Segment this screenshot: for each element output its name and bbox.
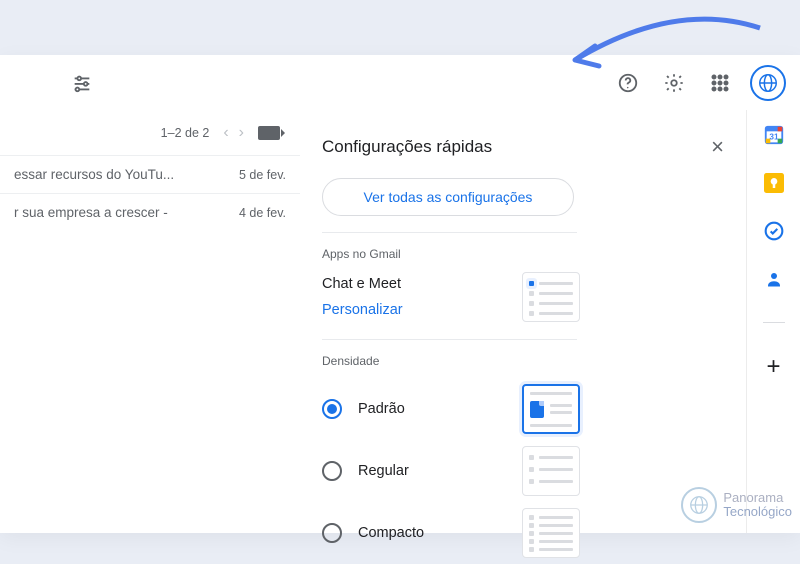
- radio-icon: [322, 399, 342, 419]
- page-count-label: 1–2 de 2: [161, 126, 210, 140]
- apps-item-label: Chat e Meet: [322, 271, 403, 297]
- help-icon[interactable]: [608, 63, 648, 103]
- side-panel: 31 +: [746, 110, 800, 533]
- quick-settings-title: Configurações rápidas: [322, 137, 492, 157]
- apps-preview-icon: [522, 272, 580, 322]
- mail-row[interactable]: r sua empresa a crescer - 4 de fev.: [0, 193, 300, 231]
- radio-icon: [322, 523, 342, 543]
- density-option-default[interactable]: Padrão: [322, 378, 580, 440]
- divider: [322, 339, 577, 340]
- toolbar: [0, 55, 800, 110]
- mail-subject: r sua empresa a crescer -: [14, 205, 168, 220]
- density-preview-default-icon: [522, 384, 580, 434]
- mail-list-column: 1–2 de 2 ‹ › essar recursos do YouTu... …: [0, 110, 300, 533]
- density-option-regular[interactable]: Regular: [322, 440, 580, 502]
- list-header: 1–2 de 2 ‹ ›: [0, 110, 300, 155]
- app-window: 1–2 de 2 ‹ › essar recursos do YouTu... …: [0, 55, 800, 533]
- density-option-compact[interactable]: Compacto: [322, 502, 580, 564]
- mail-subject: essar recursos do YouTu...: [14, 167, 174, 182]
- density-preview-regular-icon: [522, 446, 580, 496]
- tasks-icon[interactable]: [763, 220, 785, 242]
- settings-gear-icon[interactable]: [654, 63, 694, 103]
- section-title-density: Densidade: [322, 354, 746, 368]
- prev-page-icon[interactable]: ‹: [223, 124, 228, 142]
- apps-grid-icon[interactable]: [700, 63, 740, 103]
- see-all-settings-button[interactable]: Ver todas as configurações: [322, 178, 574, 216]
- close-icon[interactable]: ×: [703, 130, 732, 164]
- mail-date: 4 de fev.: [229, 206, 286, 220]
- next-page-icon[interactable]: ›: [239, 124, 244, 142]
- divider: [763, 322, 785, 323]
- svg-text:31: 31: [769, 133, 779, 142]
- mail-date: 5 de fev.: [229, 168, 286, 182]
- density-preview-compact-icon: [522, 508, 580, 558]
- globe-icon: [750, 65, 786, 101]
- keep-icon[interactable]: [763, 172, 785, 194]
- calendar-icon[interactable]: 31: [763, 124, 785, 146]
- add-addon-icon[interactable]: +: [766, 353, 780, 381]
- input-tools-icon[interactable]: [258, 126, 280, 140]
- quick-settings-panel: Configurações rápidas × Ver todas as con…: [300, 110, 746, 533]
- contacts-icon[interactable]: [763, 268, 785, 290]
- radio-icon: [322, 461, 342, 481]
- mail-row[interactable]: essar recursos do YouTu... 5 de fev.: [0, 155, 300, 193]
- divider: [322, 232, 577, 233]
- customize-link[interactable]: Personalizar: [322, 297, 403, 323]
- tune-icon[interactable]: [62, 63, 102, 103]
- account-avatar[interactable]: [746, 61, 790, 105]
- section-title-apps: Apps no Gmail: [322, 247, 746, 261]
